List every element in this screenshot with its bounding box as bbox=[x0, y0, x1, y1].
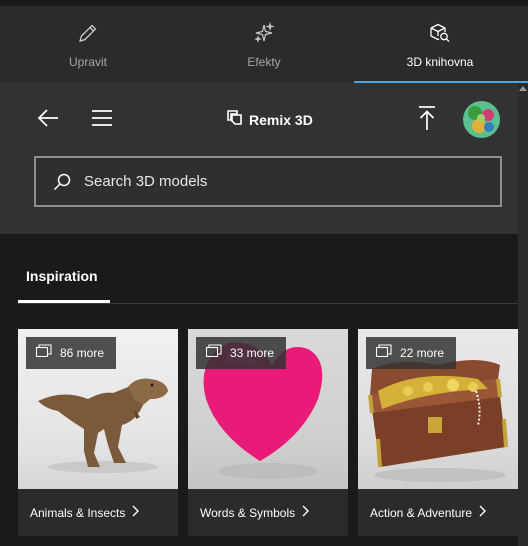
tab-3d-knihovna[interactable]: 3D knihovna bbox=[352, 6, 528, 83]
section-divider bbox=[18, 303, 518, 304]
hamburger-menu-icon bbox=[91, 109, 113, 132]
more-count: 33 more bbox=[230, 346, 275, 360]
category-card-words[interactable]: 33 more Words & Symbols bbox=[188, 329, 348, 536]
search-box[interactable] bbox=[34, 156, 502, 207]
chevron-right-icon bbox=[301, 504, 310, 522]
tab-label: 3D knihovna bbox=[406, 55, 474, 69]
scroll-up-arrow-icon[interactable] bbox=[519, 86, 527, 91]
sparkle-icon bbox=[251, 20, 277, 46]
category-card-animals[interactable]: 86 more Animals & Insects bbox=[18, 329, 178, 536]
tab-label: Efekty bbox=[247, 55, 281, 69]
more-models-badge: 33 more bbox=[196, 337, 287, 369]
menu-button[interactable] bbox=[90, 108, 114, 132]
category-card-action[interactable]: 22 more Action & Adventure bbox=[358, 329, 518, 536]
search-input[interactable] bbox=[84, 173, 464, 190]
card-footer[interactable]: Action & Adventure bbox=[358, 489, 518, 536]
more-count: 22 more bbox=[400, 346, 445, 360]
scrollbar[interactable] bbox=[518, 83, 528, 546]
remix-3d-logo-icon bbox=[226, 109, 243, 131]
card-label: Words & Symbols bbox=[200, 505, 296, 520]
cube-search-icon bbox=[427, 20, 453, 46]
card-label: Animals & Insects bbox=[30, 505, 126, 520]
upload-icon bbox=[417, 105, 437, 136]
back-arrow-icon bbox=[36, 108, 60, 133]
chevron-right-icon bbox=[478, 504, 487, 522]
gallery-icon bbox=[205, 344, 222, 362]
back-button[interactable] bbox=[36, 108, 60, 132]
avatar[interactable] bbox=[463, 101, 500, 138]
tab-upravit[interactable]: Upravit bbox=[0, 6, 176, 83]
search-icon bbox=[52, 172, 72, 192]
more-models-badge: 22 more bbox=[366, 337, 457, 369]
tab-inspiration[interactable]: Inspiration bbox=[18, 268, 110, 304]
brand-name: Remix 3D bbox=[249, 112, 313, 128]
card-footer[interactable]: Animals & Insects bbox=[18, 489, 178, 536]
tab-efekty[interactable]: Efekty bbox=[176, 6, 352, 83]
upload-button[interactable] bbox=[415, 105, 439, 136]
tab-bar: Upravit Efekty 3D knihovna bbox=[0, 6, 528, 83]
card-footer[interactable]: Words & Symbols bbox=[188, 489, 348, 536]
remix-3d-brand[interactable]: Remix 3D bbox=[226, 109, 313, 131]
tab-inspiration-label: Inspiration bbox=[26, 268, 98, 284]
card-label: Action & Adventure bbox=[370, 505, 473, 520]
chevron-right-icon bbox=[131, 504, 140, 522]
pencil-icon bbox=[75, 20, 101, 46]
more-models-badge: 86 more bbox=[26, 337, 117, 369]
gallery-icon bbox=[375, 344, 392, 362]
gallery-icon bbox=[35, 344, 52, 362]
more-count: 86 more bbox=[60, 346, 105, 360]
tab-label: Upravit bbox=[68, 55, 107, 69]
